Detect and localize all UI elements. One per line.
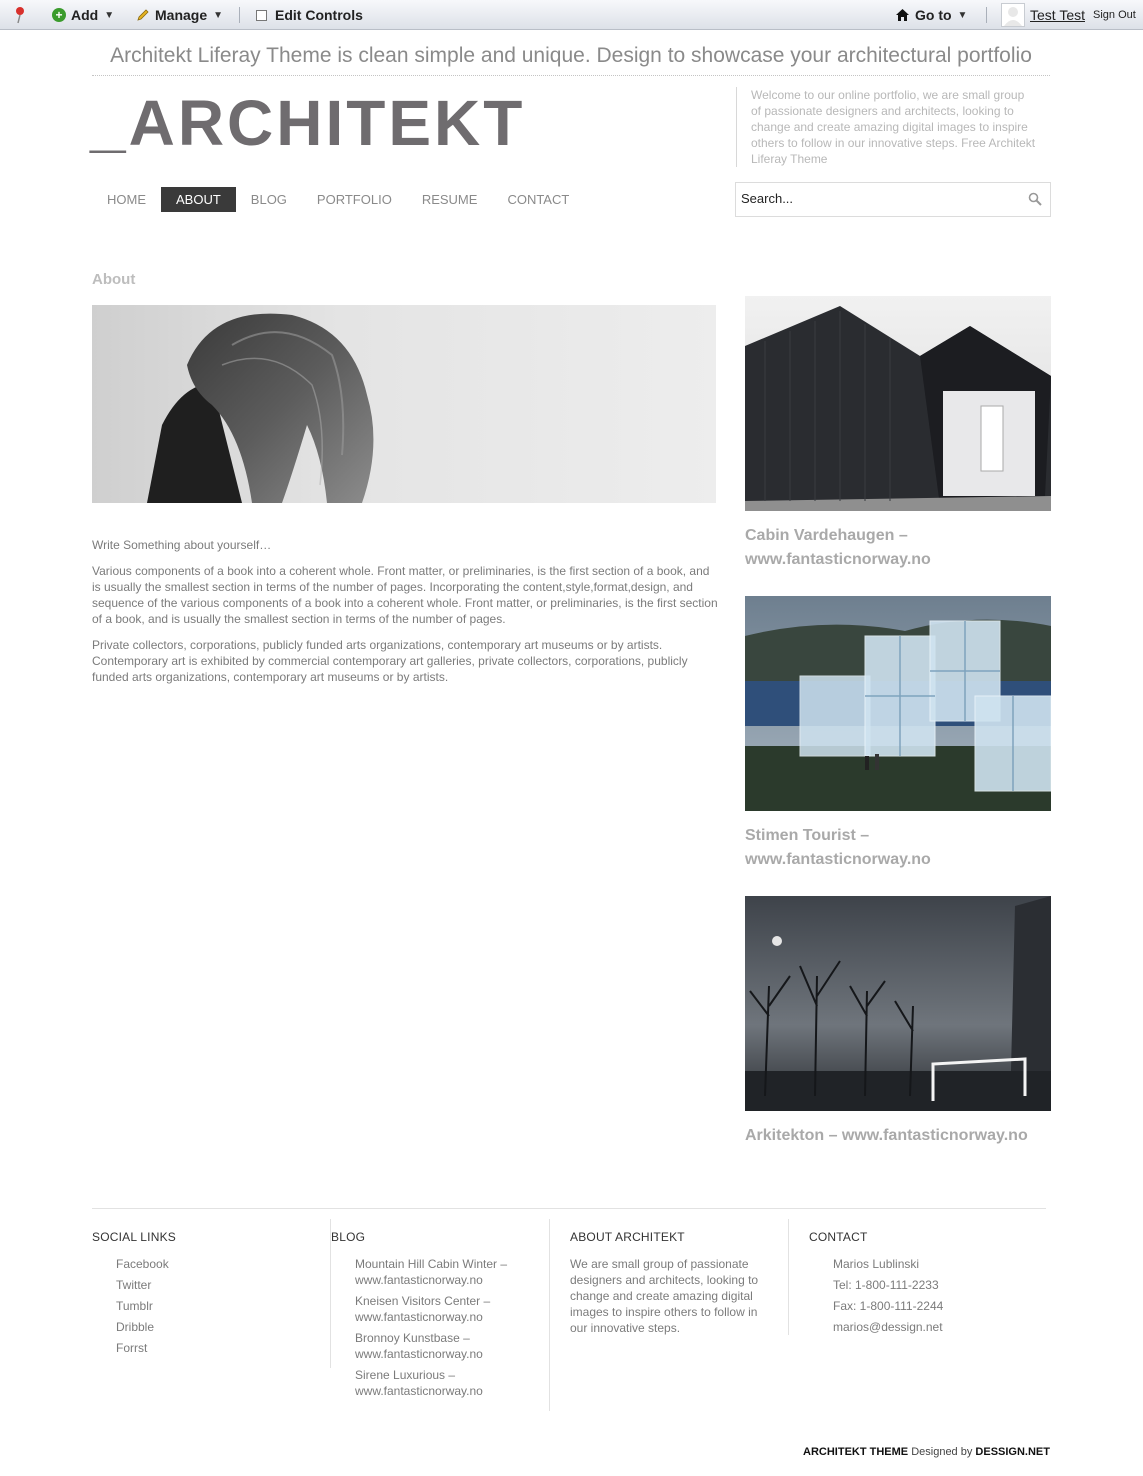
project-image-arkitekton[interactable] — [745, 896, 1051, 1111]
search-box — [735, 182, 1051, 217]
header-divider — [92, 75, 1050, 76]
blog-link[interactable]: Sirene Luxurious – www.fantasticnorway.n… — [355, 1367, 536, 1399]
home-icon — [896, 9, 909, 21]
about-paragraph: Private collectors, corporations, public… — [92, 638, 688, 684]
about-paragraph: Various components of a book into a cohe… — [92, 564, 718, 626]
sign-out-link[interactable]: Sign Out — [1093, 0, 1136, 30]
footer-heading: ABOUT ARCHITEKT — [570, 1230, 685, 1244]
blog-link[interactable]: Bronnoy Kunstbase – www.fantasticnorway.… — [355, 1330, 536, 1362]
footer-about-column: ABOUT ARCHITEKT We are small group of pa… — [570, 1219, 789, 1335]
contact-fax: Fax: 1-800-111-2244 — [833, 1299, 944, 1313]
footer-credit: ARCHITEKT THEME Designed by DESSIGN.NET — [803, 1446, 1050, 1458]
footer-heading: BLOG — [331, 1230, 366, 1244]
credit-theme: ARCHITEKT THEME — [803, 1446, 909, 1458]
search-icon[interactable] — [1028, 192, 1042, 206]
about-intro: Write Something about yourself… — [92, 538, 272, 552]
main-nav: HOME ABOUT BLOG PORTFOLIO RESUME CONTACT — [92, 187, 584, 212]
add-menu[interactable]: + Add ▼ — [52, 0, 114, 30]
blog-link[interactable]: Kneisen Visitors Center – www.fantasticn… — [355, 1293, 536, 1325]
nav-blog[interactable]: BLOG — [236, 187, 302, 212]
footer-heading: CONTACT — [809, 1230, 868, 1244]
blog-link[interactable]: Mountain Hill Cabin Winter – www.fantast… — [355, 1256, 536, 1288]
nav-about[interactable]: ABOUT — [161, 187, 236, 212]
nav-portfolio[interactable]: PORTFOLIO — [302, 187, 407, 212]
edit-controls-checkbox[interactable] — [256, 9, 267, 21]
project-caption[interactable]: Cabin Vardehaugen – www.fantasticnorway.… — [745, 524, 1051, 572]
contact-list: Marios Lublinski Tel: 1-800-111-2233 Fax… — [809, 1256, 1048, 1335]
nav-resume[interactable]: RESUME — [407, 187, 493, 212]
social-link-dribble[interactable]: Dribble — [116, 1319, 330, 1335]
social-link-twitter[interactable]: Twitter — [116, 1277, 330, 1293]
edit-controls-toggle[interactable]: Edit Controls — [256, 0, 363, 30]
user-link[interactable]: Test Test — [1030, 0, 1085, 30]
caret-down-icon: ▼ — [104, 9, 115, 21]
nav-home[interactable]: HOME — [92, 187, 161, 212]
site-tagline: Architekt Liferay Theme is clean simple … — [110, 44, 1032, 67]
page-title: About — [92, 271, 136, 288]
nav-contact[interactable]: CONTACT — [492, 187, 584, 212]
goto-menu[interactable]: Go to ▼ — [896, 0, 967, 30]
user-silhouette-icon — [1004, 7, 1022, 26]
footer-about-text: We are small group of passionate designe… — [570, 1257, 759, 1335]
footer-blog-column: BLOG Mountain Hill Cabin Winter – www.fa… — [331, 1219, 550, 1411]
about-body: Write Something about yourself… Various … — [92, 537, 720, 695]
footer-contact-column: CONTACT Marios Lublinski Tel: 1-800-111-… — [809, 1219, 1048, 1340]
project-image-stimen-tourist[interactable] — [745, 596, 1051, 811]
about-hero-image — [92, 305, 716, 503]
dockbar-divider — [239, 7, 240, 23]
manage-menu[interactable]: Manage ▼ — [136, 0, 223, 30]
project-image-cabin-vardehaugen[interactable] — [745, 296, 1051, 511]
project-caption[interactable]: Arkitekton – www.fantasticnorway.no — [745, 1124, 1051, 1148]
dockbar: + Add ▼ Manage ▼ Edit Controls Go to ▼ T… — [0, 0, 1143, 30]
pencil-icon — [137, 9, 149, 21]
social-link-tumblr[interactable]: Tumblr — [116, 1298, 330, 1314]
blog-links-list: Mountain Hill Cabin Winter – www.fantast… — [331, 1256, 536, 1399]
pin-icon[interactable] — [14, 6, 26, 24]
social-links-list: Facebook Twitter Tumblr Dribble Forrst — [92, 1256, 330, 1356]
search-input[interactable] — [741, 191, 1011, 206]
footer-heading: SOCIAL LINKS — [92, 1230, 176, 1244]
caret-down-icon: ▼ — [213, 9, 224, 21]
contact-email[interactable]: marios@dessign.net — [833, 1319, 1048, 1335]
dockbar-divider — [986, 7, 987, 23]
footer-divider — [92, 1208, 1046, 1209]
contact-name: Marios Lublinski — [833, 1257, 920, 1271]
site-logo[interactable]: _ARCHITEKT — [90, 86, 525, 160]
social-link-facebook[interactable]: Facebook — [116, 1256, 330, 1272]
credit-designed-by: Designed by — [911, 1446, 973, 1458]
social-link-forrst[interactable]: Forrst — [116, 1340, 330, 1356]
add-icon: + — [52, 8, 66, 22]
credit-brand-link[interactable]: DESSIGN.NET — [975, 1446, 1050, 1458]
project-caption[interactable]: Stimen Tourist – www.fantasticnorway.no — [745, 824, 1051, 872]
footer-social-column: SOCIAL LINKS Facebook Twitter Tumblr Dri… — [92, 1219, 331, 1368]
contact-tel: Tel: 1-800-111-2233 — [833, 1278, 939, 1292]
welcome-text: Welcome to our online portfolio, we are … — [736, 87, 1036, 167]
caret-down-icon: ▼ — [957, 9, 968, 21]
user-avatar[interactable] — [1001, 3, 1025, 27]
